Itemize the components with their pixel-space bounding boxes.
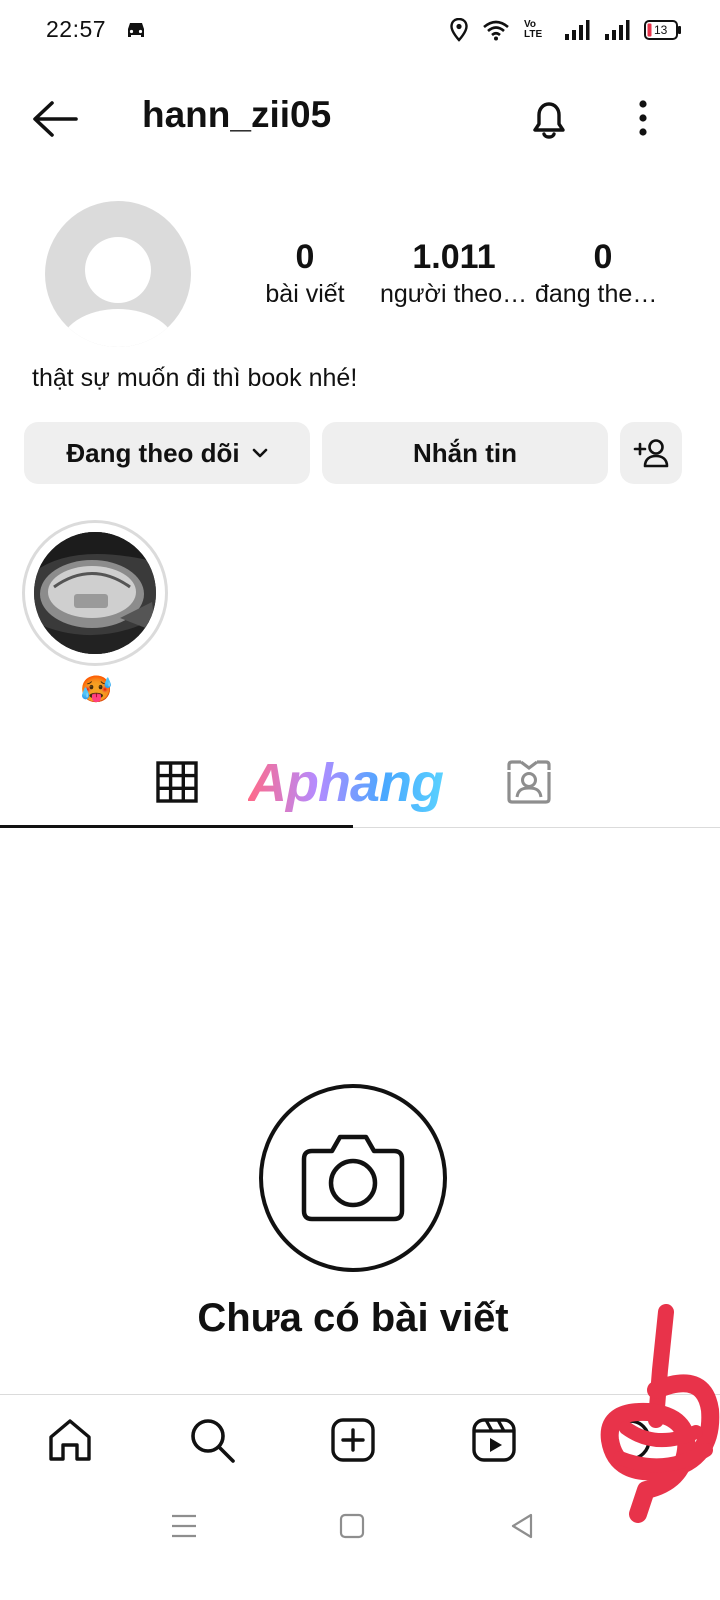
nav-reels[interactable]: [464, 1410, 524, 1470]
battery-icon: 13: [644, 20, 682, 40]
location-icon: [450, 18, 468, 42]
grid-icon: [156, 761, 198, 803]
chevron-down-icon: [252, 448, 268, 458]
profile-username: hann_zii05: [142, 94, 332, 135]
profile-bio: thật sự muốn đi thì book nhé!: [32, 364, 358, 392]
add-person-icon: [633, 439, 669, 468]
status-time: 22:57: [46, 16, 107, 42]
back-arrow-icon[interactable]: [30, 96, 80, 142]
stat-posts-count: 0: [295, 238, 315, 276]
message-button-label: Nhắn tin: [413, 437, 517, 468]
following-button-label: Đang theo dõi: [66, 437, 240, 468]
nav-search[interactable]: [182, 1410, 242, 1470]
highlight-label: 🥵: [80, 674, 113, 704]
stat-followers-label: người theo dõi: [380, 280, 528, 308]
stat-following[interactable]: 0 đang theo dõi: [535, 236, 671, 310]
bell-icon[interactable]: [526, 95, 572, 143]
search-icon: [191, 1419, 235, 1463]
wifi-icon: [482, 19, 510, 41]
stat-followers-count: 1.011: [412, 238, 496, 276]
system-home-button[interactable]: [332, 1506, 372, 1546]
stat-posts-label: bài viết: [265, 280, 345, 308]
tab-tagged[interactable]: [507, 760, 551, 804]
volte-icon: Vo LTE: [524, 19, 543, 40]
car-icon: [124, 20, 148, 40]
system-menu-button[interactable]: [164, 1506, 204, 1546]
back-triangle-icon: [511, 1513, 533, 1539]
system-back-button[interactable]: [502, 1506, 542, 1546]
tab-grid[interactable]: [156, 761, 198, 803]
signal-icon-1: [564, 19, 590, 41]
highlight-cover-image[interactable]: [34, 532, 156, 654]
square-icon: [339, 1513, 365, 1539]
stat-following-count: 0: [593, 238, 613, 276]
stat-followers[interactable]: 1.011 người theo dõi: [380, 236, 528, 310]
tagged-person-icon: [507, 760, 551, 804]
profile-avatar[interactable]: [45, 201, 191, 347]
battery-level: 13: [654, 23, 668, 37]
red-annotation-scribble: [586, 1300, 720, 1526]
default-avatar-icon: [60, 237, 176, 347]
nav-create[interactable]: [323, 1410, 383, 1470]
reels-icon: [472, 1418, 516, 1462]
watermark-text: Aphang: [248, 753, 444, 813]
tab-active-indicator: [0, 825, 353, 828]
message-button[interactable]: Nhắn tin: [322, 422, 608, 484]
camera-icon: [300, 1131, 406, 1223]
following-button[interactable]: Đang theo dõi: [24, 422, 310, 484]
status-icons: Vo LTE 13: [450, 18, 682, 42]
suggest-people-button[interactable]: [620, 422, 682, 484]
nav-home[interactable]: [40, 1410, 100, 1470]
stat-posts[interactable]: 0 bài viết: [230, 236, 380, 310]
stat-following-label: đang theo dõi: [535, 280, 671, 308]
menu-icon: [172, 1514, 196, 1538]
home-icon: [49, 1419, 91, 1461]
more-vertical-icon[interactable]: [632, 98, 654, 138]
create-post-icon: [331, 1418, 375, 1462]
signal-icon-2: [604, 19, 630, 41]
